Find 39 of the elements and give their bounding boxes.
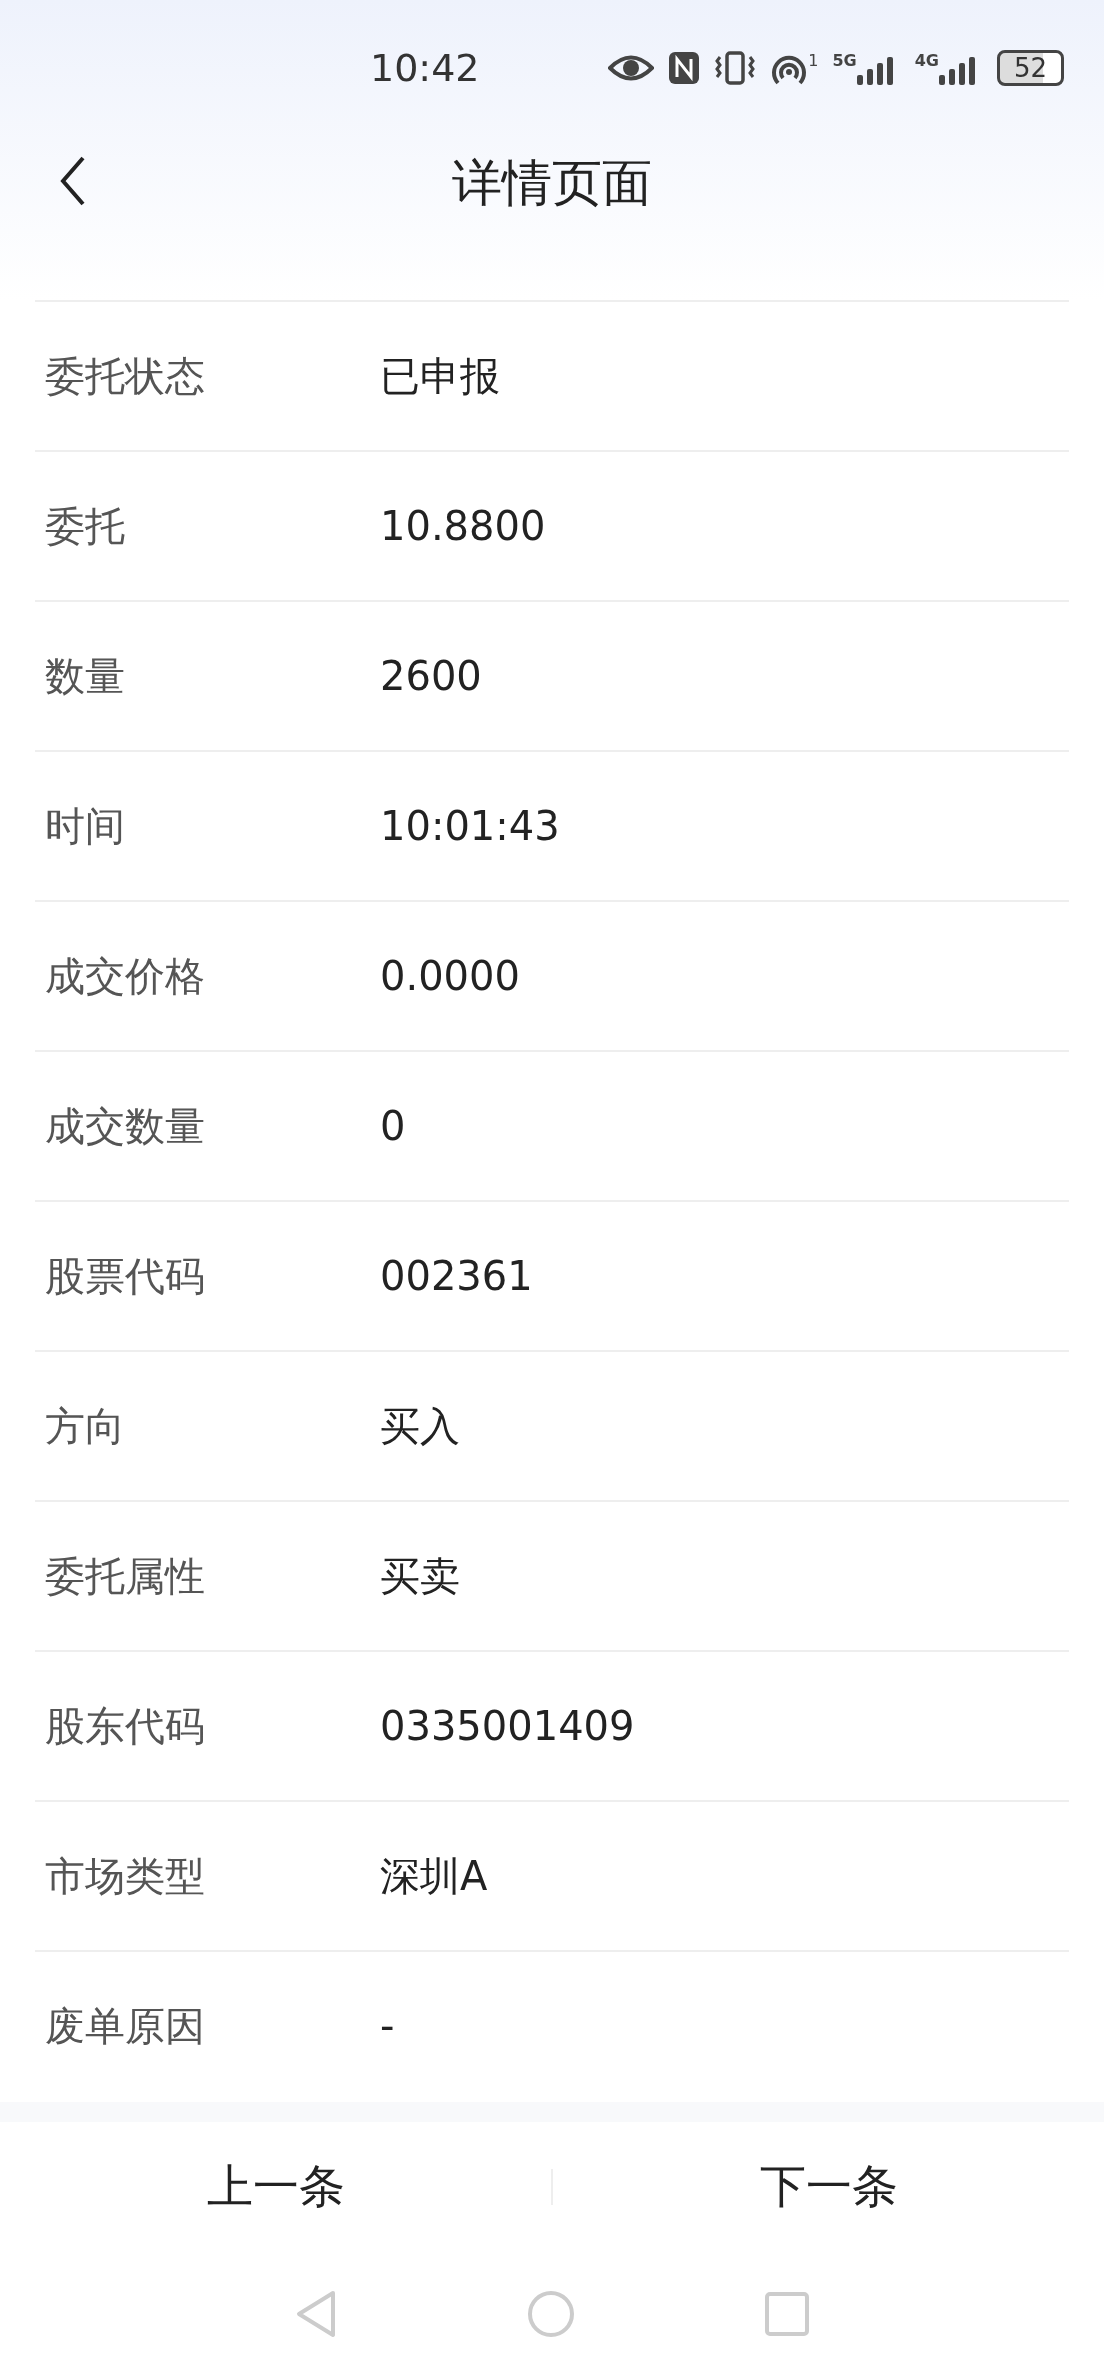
field-value: 深圳A (380, 1851, 488, 1901)
field-value: 0.0000 (380, 953, 520, 999)
network-label: 4G (914, 51, 939, 70)
field-value: 10.8800 (380, 503, 546, 549)
field-value: 2600 (380, 653, 482, 699)
field-label: 股票代码 (44, 1251, 206, 1301)
nfc-icon (668, 51, 701, 85)
next-button[interactable]: 下一条 (553, 2137, 1104, 2237)
field-label: 方向 (44, 1401, 126, 1451)
field-label: 时间 (44, 801, 126, 851)
field-label: 市场类型 (44, 1851, 206, 1901)
field-value: 10:01:43 (380, 803, 560, 849)
field-label: 委托状态 (44, 351, 206, 401)
field-label: 委托属性 (44, 1551, 206, 1601)
battery-indicator: 52 (996, 50, 1064, 86)
field-value: 买卖 (380, 1551, 460, 1601)
page-title: 详情页面 (452, 153, 652, 214)
recents-nav-icon[interactable] (765, 2292, 809, 2336)
field-label: 成交价格 (44, 951, 206, 1001)
field-label: 废单原因 (44, 2001, 206, 2051)
back-nav-icon[interactable] (295, 2290, 337, 2338)
field-value: 0335001409 (380, 1703, 635, 1749)
eye-icon (608, 53, 655, 83)
field-value: - (380, 2003, 395, 2049)
field-value: 002361 (380, 1253, 533, 1299)
home-nav-icon[interactable] (527, 2290, 575, 2338)
status-time: 10:42 (370, 46, 480, 90)
field-value: 买入 (380, 1401, 460, 1451)
field-label: 数量 (44, 651, 126, 701)
field-label: 股东代码 (44, 1701, 206, 1751)
back-icon (60, 156, 86, 206)
field-value: 已申报 (380, 351, 500, 401)
network-label: 5G (832, 51, 857, 70)
field-label: 委托 (44, 501, 126, 551)
vibrate-icon (714, 51, 757, 85)
field-label: 成交数量 (44, 1101, 206, 1151)
field-value: 0 (380, 1103, 406, 1149)
hotspot-count: 1 (808, 51, 819, 70)
previous-button[interactable]: 上一条 (0, 2137, 551, 2237)
